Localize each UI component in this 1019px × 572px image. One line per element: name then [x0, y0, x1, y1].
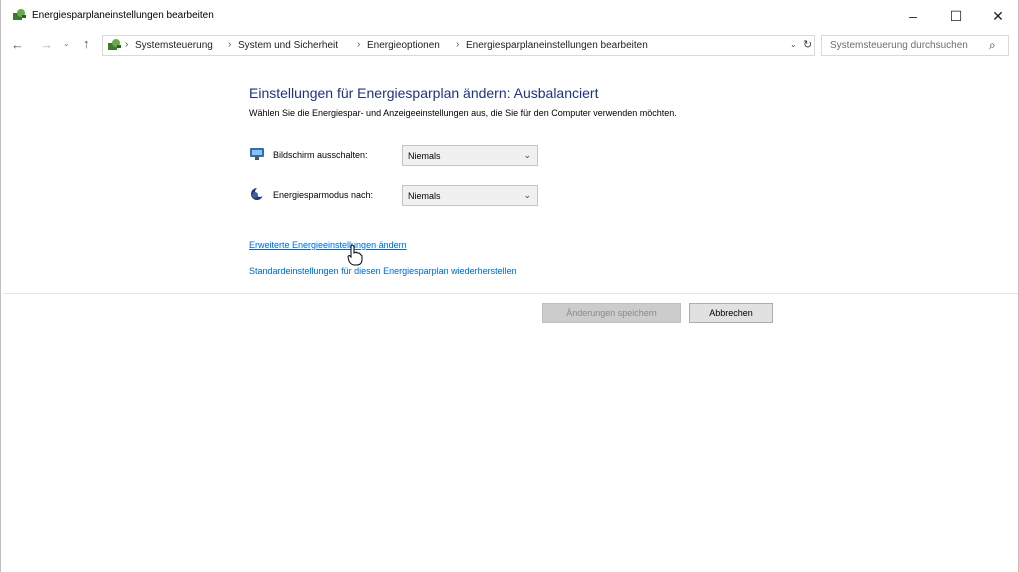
monitor-icon: [250, 148, 264, 160]
chevron-down-icon: ⌄: [523, 150, 531, 160]
breadcrumb-separator: ›: [228, 39, 232, 50]
search-input[interactable]: Systemsteuerung durchsuchen ⌕: [821, 35, 1009, 56]
hand-cursor-icon: [347, 244, 363, 266]
page-title: Einstellungen für Energiesparplan ändern…: [249, 85, 599, 101]
display-off-label: Bildschirm ausschalten:: [273, 150, 368, 160]
power-plan-window: Energiesparplaneinstellungen bearbeiten …: [0, 0, 1019, 572]
up-arrow-icon[interactable]: ↑: [83, 36, 90, 51]
recent-locations-chevron-icon[interactable]: ⌄: [63, 39, 70, 48]
refresh-icon[interactable]: ↻: [803, 38, 812, 51]
advanced-settings-link[interactable]: Erweiterte Energieeinstellungen ändern: [249, 240, 407, 250]
breadcrumb-energiesparplaneinstellungen[interactable]: Energiesparplaneinstellungen bearbeiten: [466, 40, 648, 51]
title-bar: Energiesparplaneinstellungen bearbeiten …: [1, 0, 1018, 32]
sleep-select[interactable]: Niemals ⌄: [402, 185, 538, 206]
restore-defaults-link[interactable]: Standardeinstellungen für diesen Energie…: [249, 266, 517, 276]
control-panel-icon: [108, 39, 121, 50]
display-off-value: Niemals: [408, 151, 441, 161]
power-options-icon: [13, 9, 26, 20]
sleep-value: Niemals: [408, 191, 441, 201]
sleep-label: Energiesparmodus nach:: [273, 190, 374, 200]
breadcrumb-separator: ›: [456, 39, 460, 50]
minimize-button[interactable]: –: [895, 0, 931, 32]
breadcrumb-energieoptionen[interactable]: Energieoptionen: [367, 40, 440, 51]
back-arrow-icon[interactable]: ←: [11, 37, 24, 52]
breadcrumb-separator: ›: [125, 39, 129, 50]
content-divider: [3, 293, 1018, 294]
close-button[interactable]: ✕: [980, 0, 1016, 32]
navigation-bar: ← → ⌄ ↑ › Systemsteuerung › System und S…: [1, 34, 1018, 56]
save-changes-button[interactable]: Änderungen speichern: [542, 303, 681, 323]
breadcrumb-systemsteuerung[interactable]: Systemsteuerung: [135, 40, 213, 51]
maximize-button[interactable]: ☐: [938, 0, 974, 32]
window-title: Energiesparplaneinstellungen bearbeiten: [32, 10, 214, 21]
breadcrumb-system-und-sicherheit[interactable]: System und Sicherheit: [238, 40, 338, 51]
address-bar[interactable]: › Systemsteuerung › System und Sicherhei…: [102, 35, 815, 56]
cancel-button[interactable]: Abbrechen: [689, 303, 773, 323]
search-icon[interactable]: ⌕: [989, 38, 996, 53]
page-description: Wählen Sie die Energiespar- und Anzeigee…: [249, 108, 677, 118]
search-placeholder: Systemsteuerung durchsuchen: [830, 40, 968, 51]
forward-arrow-icon[interactable]: →: [40, 37, 53, 52]
breadcrumb-separator: ›: [357, 39, 361, 50]
address-dropdown-icon[interactable]: ⌄: [790, 40, 797, 49]
moon-icon: [251, 187, 265, 200]
display-off-select[interactable]: Niemals ⌄: [402, 145, 538, 166]
chevron-down-icon: ⌄: [523, 190, 531, 200]
